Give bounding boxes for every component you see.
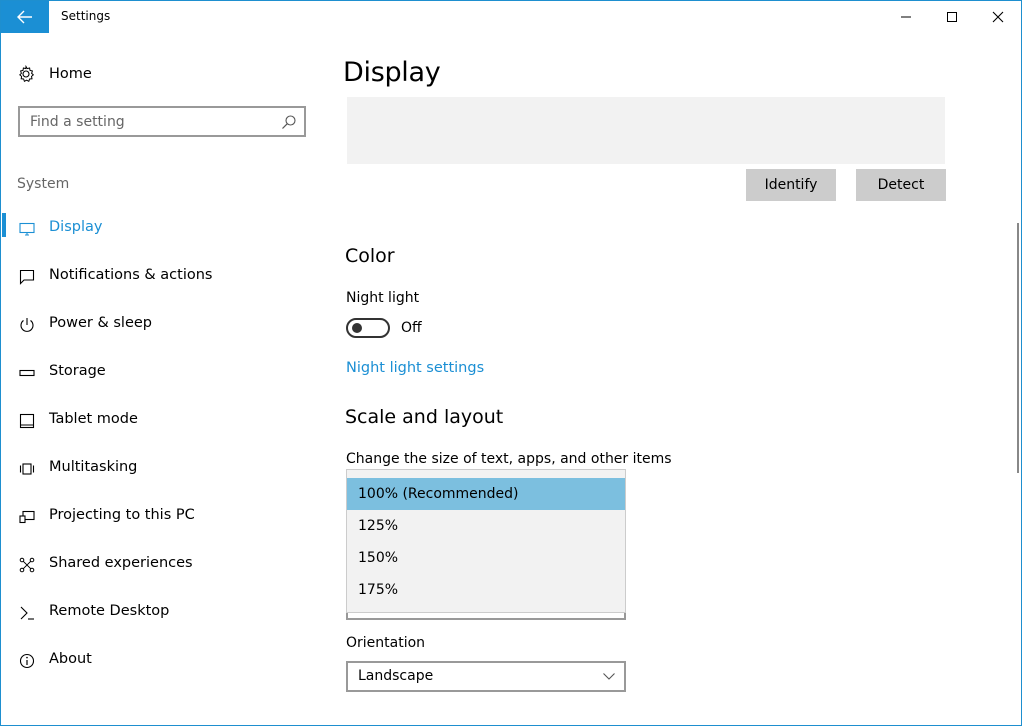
sidebar-item-label: Notifications & actions — [49, 267, 213, 283]
monitor-arrangement-area[interactable] — [347, 97, 945, 164]
color-heading: Color — [345, 245, 395, 267]
sidebar-item-display[interactable]: Display — [1, 205, 323, 253]
sidebar-item-remote-desktop[interactable]: Remote Desktop — [1, 589, 323, 637]
share-icon — [18, 556, 36, 574]
sidebar-item-storage[interactable]: Storage — [1, 349, 323, 397]
sidebar-item-shared-experiences[interactable]: Shared experiences — [1, 541, 323, 589]
sidebar-item-label: Projecting to this PC — [49, 507, 195, 523]
page-title: Display — [343, 57, 441, 88]
search-icon — [282, 115, 296, 129]
sidebar-nav: Display Notifications & actions Power & … — [1, 205, 323, 685]
power-icon — [18, 316, 36, 334]
monitor-icon — [18, 220, 36, 238]
maximize-icon — [947, 12, 957, 22]
sidebar-item-label: Storage — [49, 363, 106, 379]
multitasking-icon — [18, 460, 36, 478]
sidebar-item-label: Tablet mode — [49, 411, 138, 427]
scale-option-175[interactable]: 175% — [347, 574, 625, 606]
maximize-button[interactable] — [929, 1, 975, 33]
back-button[interactable] — [1, 1, 49, 33]
sidebar: Home System Display Notifications & acti… — [1, 33, 323, 726]
identify-button[interactable]: Identify — [746, 169, 836, 201]
sidebar-item-label: Remote Desktop — [49, 603, 170, 619]
orientation-value: Landscape — [358, 668, 434, 684]
search-box[interactable] — [18, 106, 306, 137]
tablet-icon — [18, 412, 36, 430]
window-title: Settings — [61, 9, 111, 23]
sidebar-item-notifications[interactable]: Notifications & actions — [1, 253, 323, 301]
sidebar-item-label: Display — [49, 219, 103, 235]
orientation-label: Orientation — [346, 635, 426, 651]
home-label: Home — [49, 66, 92, 82]
storage-icon — [18, 364, 36, 382]
orientation-select[interactable]: Landscape — [346, 661, 626, 692]
detect-button[interactable]: Detect — [856, 169, 946, 201]
night-light-settings-link[interactable]: Night light settings — [346, 360, 484, 376]
sidebar-item-tablet-mode[interactable]: Tablet mode — [1, 397, 323, 445]
scrollbar[interactable] — [1017, 223, 1019, 473]
scale-dropdown-list: 100% (Recommended) 125% 150% 175% — [346, 469, 626, 613]
title-bar: Settings — [1, 1, 1021, 33]
scale-heading: Scale and layout — [345, 406, 504, 428]
minimize-icon — [901, 16, 911, 18]
notification-icon — [18, 268, 36, 286]
search-input[interactable] — [30, 112, 270, 132]
chevron-down-icon — [603, 673, 615, 680]
main-content: Display Identify Detect Color Night ligh… — [323, 33, 1021, 726]
gear-icon — [19, 65, 35, 83]
night-light-label: Night light — [346, 290, 420, 306]
close-icon — [992, 11, 1004, 23]
remote-desktop-icon — [18, 604, 36, 622]
scale-option-150[interactable]: 150% — [347, 542, 625, 574]
close-button[interactable] — [975, 1, 1021, 33]
scale-option-125[interactable]: 125% — [347, 510, 625, 542]
scale-description: Change the size of text, apps, and other… — [346, 451, 672, 467]
sidebar-item-multitasking[interactable]: Multitasking — [1, 445, 323, 493]
back-arrow-icon — [17, 10, 32, 24]
section-label-system: System — [17, 176, 70, 192]
sidebar-home[interactable]: Home — [17, 63, 92, 85]
toggle-knob — [352, 323, 362, 333]
sidebar-item-projecting[interactable]: Projecting to this PC — [1, 493, 323, 541]
minimize-button[interactable] — [883, 1, 929, 33]
night-light-state: Off — [401, 320, 422, 336]
night-light-toggle[interactable] — [346, 318, 390, 338]
sidebar-item-label: Multitasking — [49, 459, 138, 475]
sidebar-item-label: Shared experiences — [49, 555, 193, 571]
sidebar-item-about[interactable]: About — [1, 637, 323, 685]
projecting-icon — [18, 508, 36, 526]
sidebar-item-label: About — [49, 651, 92, 667]
sidebar-item-power[interactable]: Power & sleep — [1, 301, 323, 349]
info-icon — [18, 652, 36, 670]
scale-option-100[interactable]: 100% (Recommended) — [347, 478, 625, 510]
sidebar-item-label: Power & sleep — [49, 315, 152, 331]
